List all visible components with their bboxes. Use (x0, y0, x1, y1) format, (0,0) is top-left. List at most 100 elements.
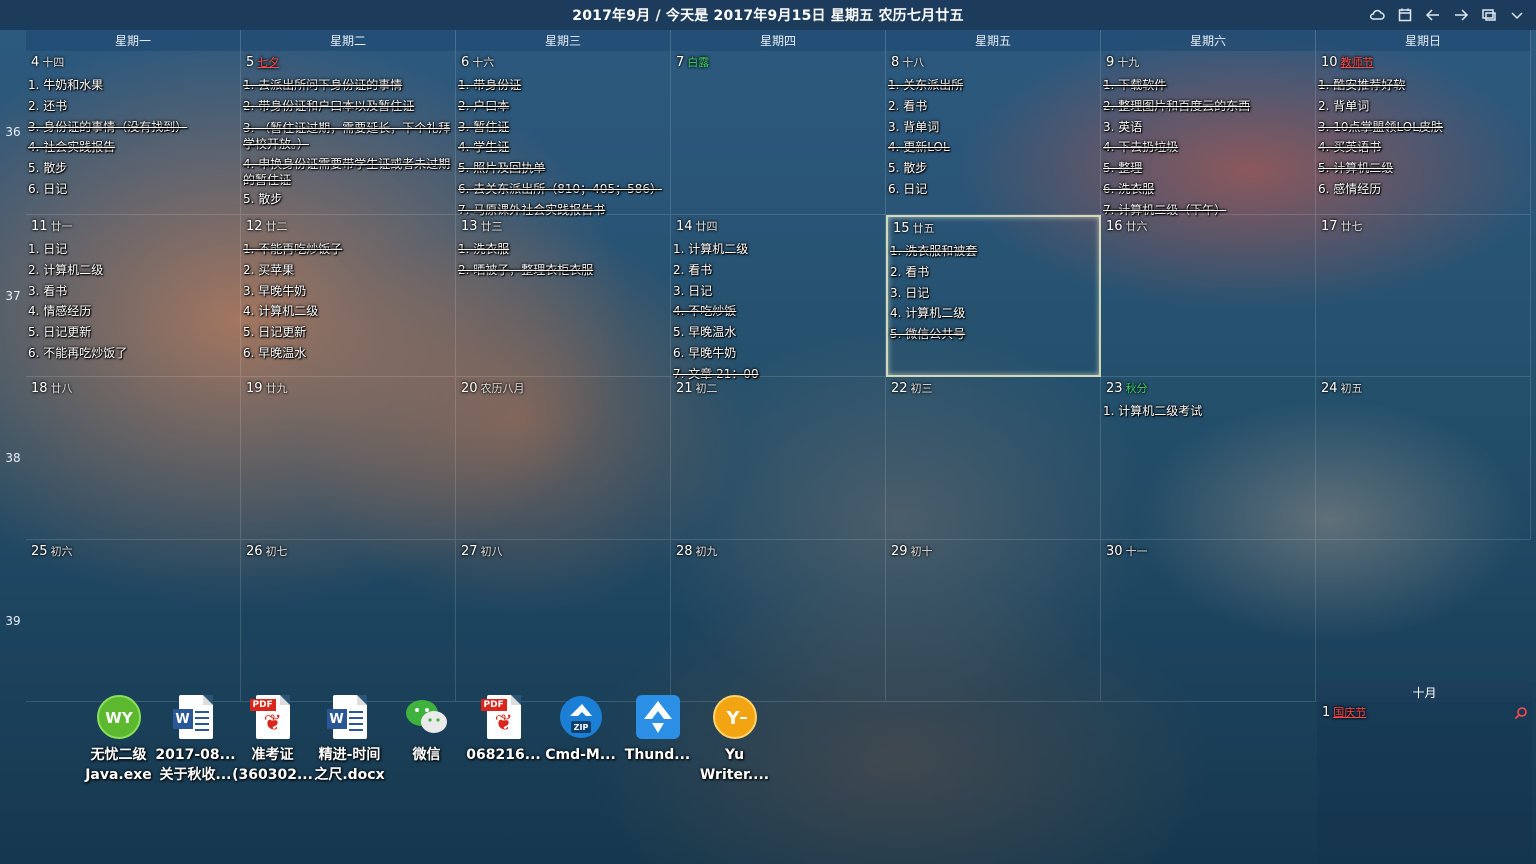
todo-item[interactable]: 3. 日记 (890, 283, 1097, 304)
todo-item[interactable]: 3. 英语 (1103, 117, 1313, 138)
desktop-shortcut[interactable]: W 精进-时间 之尺.docx (311, 693, 388, 785)
todo-item[interactable]: 4. 不吃炒饭 (673, 301, 883, 322)
desktop-shortcut[interactable]: PDF ❦ 068216... (465, 693, 542, 785)
day-cell[interactable]: 15 廿五 1. 洗衣服和被套 2. 看书 3. 日记 4. 计算机二级 5. 微信公共号 (886, 215, 1101, 377)
todo-item[interactable]: 6. 去关东派出所（810；405；586） (458, 179, 668, 200)
day-cell[interactable]: 7 白露 (671, 51, 886, 215)
todo-item[interactable]: 4. 情感经历 (28, 301, 238, 322)
todo-item[interactable]: 6. 早晚温水 (243, 343, 453, 364)
todo-item[interactable]: 1. 日记 (28, 239, 238, 260)
todo-item[interactable]: 1. 不能再吃炒饭子 (243, 239, 453, 260)
todo-item[interactable]: 4. 买英语书 (1318, 137, 1528, 158)
todo-item[interactable]: 5. 日记更新 (243, 322, 453, 343)
todo-item[interactable]: 5. 日记更新 (28, 322, 238, 343)
todo-item[interactable]: 2. 看书 (890, 262, 1097, 283)
todo-item[interactable]: 2. 背单词 (1318, 96, 1528, 117)
todo-item[interactable]: 3. 暂住证 (458, 117, 668, 138)
todo-item[interactable]: 3. 日记 (673, 281, 883, 302)
todo-item[interactable]: 5. 整理 (1103, 158, 1313, 179)
todo-item[interactable]: 2. 还书 (28, 96, 238, 117)
todo-item[interactable]: 3. 10点掌盟领LOL皮肤 (1318, 117, 1528, 138)
todo-item[interactable]: 1. 计算机二级 (673, 239, 883, 260)
todo-item[interactable]: 1. 带身份证 (458, 75, 668, 96)
desktop-shortcut[interactable]: W 2017-08... 关于秋收... (155, 693, 236, 785)
todo-item[interactable]: 5. 照片及回执单 (458, 158, 668, 179)
day-cell[interactable]: 18 廿八 (26, 377, 241, 540)
day-cell[interactable]: 27 初八 (456, 540, 671, 702)
arrow-right-icon[interactable] (1450, 4, 1472, 26)
todo-item[interactable]: 6. 日记 (28, 179, 238, 200)
desktop-shortcut[interactable]: WY 无忧二级 Java.exe (80, 693, 157, 785)
todo-item[interactable]: 3. 背单词 (888, 117, 1098, 138)
todo-item[interactable]: 5. 微信公共号 (890, 324, 1097, 345)
todo-item[interactable]: 1. 洗衣服和被套 (890, 241, 1097, 262)
desktop-shortcut[interactable]: Thund... (619, 693, 696, 785)
todo-item[interactable]: 2. 买苹果 (243, 260, 453, 281)
desktop-shortcut[interactable]: ZIP Cmd-M... (542, 693, 619, 785)
day-cell[interactable]: 25 初六 (26, 540, 241, 702)
todo-item[interactable]: 1. 下载软件 (1103, 75, 1313, 96)
day-cell[interactable]: 23 秋分 1. 计算机二级考试 (1101, 377, 1316, 540)
todo-item[interactable]: 4. 更新LOL (888, 137, 1098, 158)
day-cell[interactable]: 16 廿六 (1101, 215, 1316, 377)
day-cell[interactable]: 29 初十 (886, 540, 1101, 702)
day-cell[interactable]: 21 初二 (671, 377, 886, 540)
day-cell[interactable]: 20 农历八月 (456, 377, 671, 540)
todo-item[interactable]: 2. 晒被子，整理衣柜衣服 (458, 260, 668, 281)
todo-item[interactable]: 4. 申换身份证需要带学生证或者未过期的暂住证 (243, 153, 453, 189)
desktop-shortcut[interactable]: Y Yu Writer.... (696, 693, 773, 785)
todo-item[interactable]: 1. 关东派出所 (888, 75, 1098, 96)
todo-item[interactable]: 4. 下去扔垃圾 (1103, 137, 1313, 158)
day-cell[interactable]: 30 十一 (1101, 540, 1316, 702)
todo-item[interactable]: 3. 看书 (28, 281, 238, 302)
search-icon[interactable] (1514, 705, 1528, 720)
todo-item[interactable]: 2. 户口本 (458, 96, 668, 117)
desktop-shortcut[interactable]: PDF ❦ 准考证 (360302... (232, 693, 313, 785)
day-cell[interactable]: 19 廿九 (241, 377, 456, 540)
todo-item[interactable]: 3. 身份证的事情（没有找到） (28, 117, 238, 138)
todo-item[interactable]: 6. 感情经历 (1318, 179, 1528, 200)
desktop-shortcut[interactable]: 微信 (388, 693, 465, 785)
todo-item[interactable]: 1. 去派出所问下身份证的事情 (243, 75, 453, 96)
day-cell-oct-1[interactable]: 1 国庆节 (1317, 702, 1532, 864)
day-cell[interactable]: 17 廿七 (1316, 215, 1531, 377)
day-cell[interactable]: 12 廿二 1. 不能再吃炒饭子 2. 买苹果 3. 早晚牛奶 4. 计算机二级 5. 日记… (241, 215, 456, 377)
window-icon[interactable] (1478, 4, 1500, 26)
day-cell[interactable]: 9 十九 1. 下载软件 2. 整理图片和百度云的东西 3. 英语 4. 下去扔垃圾 5. … (1101, 51, 1316, 217)
cloud-icon[interactable] (1366, 4, 1388, 26)
todo-item[interactable]: 1. 计算机二级考试 (1103, 401, 1313, 422)
todo-item[interactable]: 5. 计算机二级 (1318, 158, 1528, 179)
day-cell[interactable]: 28 初九 (671, 540, 886, 702)
day-cell[interactable]: 11 廿一 1. 日记 2. 计算机二级 3. 看书 4. 情感经历 5. 日记更新 6. 不… (26, 215, 241, 377)
day-cell[interactable]: 10 教师节 1. 酷安推荐好软 2. 背单词 3. 10点掌盟领LOL皮肤 4. 买英语… (1316, 51, 1531, 215)
day-cell[interactable]: 24 初五 (1316, 377, 1531, 540)
todo-item[interactable]: 5. 散步 (28, 158, 238, 179)
todo-item[interactable]: 5. 散步 (888, 158, 1098, 179)
todo-item[interactable]: 6. 洗衣服 (1103, 179, 1313, 200)
todo-item[interactable]: 3. （暂住证过期，需要延长，下个礼拜学校开放。） (243, 117, 453, 153)
todo-item[interactable]: 3. 早晚牛奶 (243, 281, 453, 302)
todo-item[interactable]: 5. 散步 (243, 189, 453, 210)
day-cell[interactable]: 22 初三 (886, 377, 1101, 540)
todo-item[interactable]: 1. 酷安推荐好软 (1318, 75, 1528, 96)
todo-item[interactable]: 5. 早晚温水 (673, 322, 883, 343)
todo-item[interactable]: 2. 计算机二级 (28, 260, 238, 281)
day-cell[interactable]: 5 七夕 1. 去派出所问下身份证的事情 2. 带身份证和户口本以及暂住证 3. （暂住… (241, 51, 456, 215)
todo-item[interactable]: 2. 整理图片和百度云的东西 (1103, 96, 1313, 117)
todo-item[interactable]: 2. 看书 (673, 260, 883, 281)
todo-item[interactable]: 4. 计算机二级 (890, 303, 1097, 324)
day-cell[interactable]: 13 廿三 1. 洗衣服 2. 晒被子，整理衣柜衣服 (456, 215, 671, 377)
chevron-down-icon[interactable] (1506, 4, 1528, 26)
day-cell[interactable]: 14 廿四 1. 计算机二级 2. 看书 3. 日记 4. 不吃炒饭 5. 早晚温水 6. 早… (671, 215, 886, 381)
arrow-left-icon[interactable] (1422, 4, 1444, 26)
todo-item[interactable]: 2. 带身份证和户口本以及暂住证 (243, 96, 453, 117)
todo-item[interactable]: 4. 计算机二级 (243, 301, 453, 322)
todo-item[interactable]: 1. 洗衣服 (458, 239, 668, 260)
calendar-icon[interactable] (1394, 4, 1416, 26)
day-cell[interactable]: 26 初七 (241, 540, 456, 702)
todo-item[interactable]: 1. 牛奶和水果 (28, 75, 238, 96)
todo-item[interactable]: 4. 学生证 (458, 137, 668, 158)
todo-item[interactable]: 6. 不能再吃炒饭了 (28, 343, 238, 364)
todo-item[interactable]: 6. 日记 (888, 179, 1098, 200)
day-cell[interactable]: 8 十八 1. 关东派出所 2. 看书 3. 背单词 4. 更新LOL 5. 散步 6. 日记 (886, 51, 1101, 215)
